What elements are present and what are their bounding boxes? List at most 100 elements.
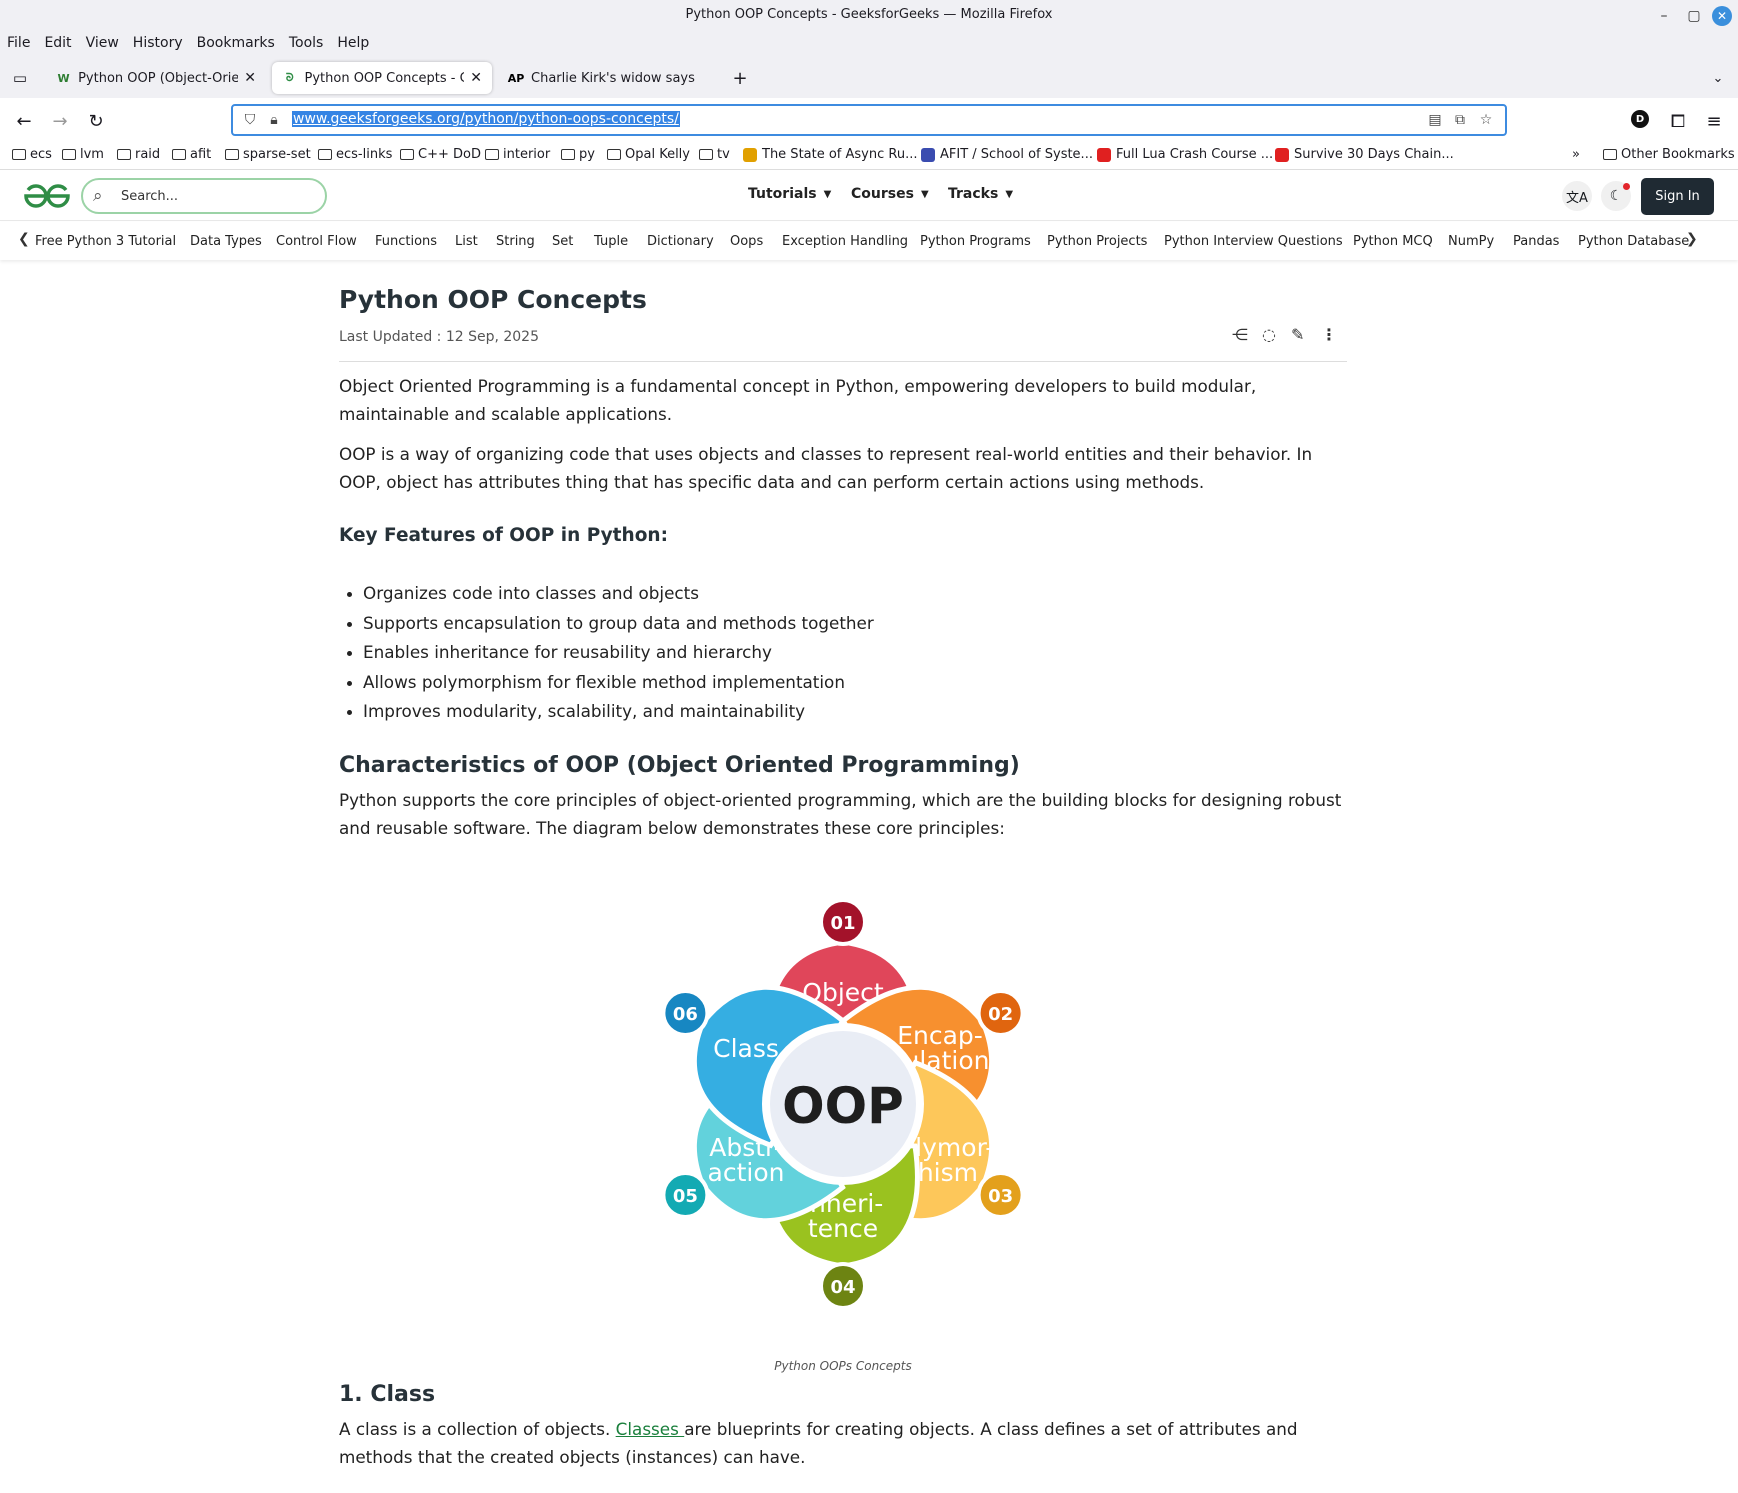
site-favicon-icon xyxy=(743,147,757,162)
nav-tutorials[interactable]: Tutorials ▼ xyxy=(748,186,831,202)
subnav-item[interactable]: Exception Handling xyxy=(782,234,908,249)
tab-geeksforgeeks[interactable]: ᘐ Python OOP Concepts - GeeksforGeeks ✕ xyxy=(272,62,492,94)
wiki-favicon-icon: W xyxy=(57,71,70,85)
subnav-item[interactable]: Tuple xyxy=(594,234,628,249)
site-search-input[interactable]: ⌕ Search... xyxy=(81,178,327,214)
subnav-item[interactable]: Python Database xyxy=(1578,234,1689,249)
folder-icon xyxy=(699,149,713,160)
badge-number: 01 xyxy=(830,913,855,934)
bookmark-item[interactable]: AFIT / School of Syste... xyxy=(921,147,1093,162)
close-window-button[interactable]: ✕ xyxy=(1712,6,1732,26)
minimize-button[interactable]: – xyxy=(1652,4,1676,28)
reload-button[interactable]: ↻ xyxy=(84,109,108,133)
window-title: Python OOP Concepts - GeeksforGeeks — Mo… xyxy=(685,7,1053,22)
site-favicon-icon xyxy=(1097,147,1111,162)
bookmark-item[interactable]: py xyxy=(561,147,595,162)
translate-icon[interactable]: 文A xyxy=(1562,181,1592,211)
close-tab-icon[interactable]: ✕ xyxy=(244,70,256,86)
subnav-item[interactable]: Functions xyxy=(375,234,437,249)
bookmark-item[interactable]: Survive 30 Days Chain... xyxy=(1275,147,1454,162)
chevron-down-icon: ▼ xyxy=(823,188,832,200)
lock-icon[interactable]: 🔒︎ xyxy=(265,111,283,129)
subnav-item[interactable]: Control Flow xyxy=(276,234,357,249)
bookmark-label: AFIT / School of Syste... xyxy=(940,147,1093,162)
bookmark-item[interactable]: ecs xyxy=(12,147,52,162)
petal-label: Class xyxy=(713,1034,779,1063)
bookmark-item[interactable]: C++ DoD xyxy=(400,147,481,162)
bookmark-item[interactable]: Full Lua Crash Course ... xyxy=(1097,147,1273,162)
search-placeholder: Search... xyxy=(121,189,179,204)
nav-courses[interactable]: Courses ▼ xyxy=(851,186,929,202)
url-text[interactable]: www.geeksforgeeks.org/python/python-oops… xyxy=(292,111,680,127)
bookmark-label: Other Bookmarks xyxy=(1621,147,1735,162)
close-tab-icon[interactable]: ✕ xyxy=(470,70,482,86)
subnav-item[interactable]: Dictionary xyxy=(647,234,714,249)
bookmark-item[interactable]: Opal Kelly xyxy=(607,147,690,162)
forward-button[interactable]: → xyxy=(48,109,72,133)
gfg-logo-icon[interactable] xyxy=(22,182,72,210)
account-icon[interactable]: D xyxy=(1631,110,1649,128)
nav-label: Courses xyxy=(851,186,914,202)
subnav-item[interactable]: Python Interview Questions xyxy=(1164,234,1343,249)
subnav-item[interactable]: Python Projects xyxy=(1047,234,1147,249)
hamburger-menu-icon[interactable]: ≡ xyxy=(1702,109,1726,133)
bookmark-label: py xyxy=(579,147,595,162)
bookmark-item[interactable]: tv xyxy=(699,147,730,162)
badge-number: 04 xyxy=(830,1277,855,1298)
list-all-tabs-icon[interactable]: ⌄ xyxy=(1706,66,1730,90)
menu-tools[interactable]: Tools xyxy=(282,32,331,56)
menu-file[interactable]: File xyxy=(0,32,37,56)
bookmark-label: interior xyxy=(503,147,551,162)
new-tab-button[interactable]: + xyxy=(728,66,752,90)
back-button[interactable]: ← xyxy=(12,109,36,133)
tab-ap-news[interactable]: AP Charlie Kirk's widow says she xyxy=(498,62,718,94)
bookmark-label: afit xyxy=(190,147,212,162)
badge-number: 05 xyxy=(673,1186,698,1207)
subnav-item[interactable]: Pandas xyxy=(1513,234,1559,249)
bookmark-item[interactable]: raid xyxy=(117,147,160,162)
subnav-item[interactable]: Oops xyxy=(730,234,763,249)
tab-wikipedia[interactable]: W Python OOP (Object-Oriented ✕ xyxy=(46,62,266,94)
tab-label: Charlie Kirk's widow says she xyxy=(531,70,696,86)
other-bookmarks[interactable]: Other Bookmarks xyxy=(1603,147,1735,162)
ap-favicon-icon: AP xyxy=(507,71,525,85)
subnav-item[interactable]: Data Types xyxy=(190,234,262,249)
chevron-down-icon: ▼ xyxy=(1005,188,1014,200)
bookmark-star-icon[interactable]: ☆ xyxy=(1477,111,1495,129)
subnav-item[interactable]: Python MCQ xyxy=(1353,234,1433,249)
more-bookmarks-icon[interactable]: » xyxy=(1572,147,1580,162)
bookmark-label: tv xyxy=(717,147,730,162)
sign-in-button[interactable]: Sign In xyxy=(1641,178,1714,215)
bookmark-item[interactable]: The State of Async Ru... xyxy=(743,147,917,162)
menu-history[interactable]: History xyxy=(126,32,190,56)
extensions-icon[interactable]: ⧠ xyxy=(1666,109,1690,133)
menu-bar: File Edit View History Bookmarks Tools H… xyxy=(0,32,376,56)
shield-icon[interactable]: ⛉ xyxy=(241,111,259,129)
url-bar[interactable]: ⛉ 🔒︎ www.geeksforgeeks.org/python/python… xyxy=(231,104,1507,136)
maximize-button[interactable]: ▢ xyxy=(1682,4,1706,28)
subnav-item[interactable]: List xyxy=(455,234,478,249)
subnav-item[interactable]: Set xyxy=(552,234,573,249)
reader-view-icon[interactable]: ▤ xyxy=(1426,111,1444,129)
menu-bookmarks[interactable]: Bookmarks xyxy=(190,32,282,56)
bookmark-item[interactable]: lvm xyxy=(62,147,104,162)
classes-link[interactable]: Classes xyxy=(616,1419,685,1439)
bookmark-label: raid xyxy=(135,147,161,162)
subnav-item[interactable]: Python Programs xyxy=(920,234,1031,249)
bookmark-item[interactable]: afit xyxy=(172,147,211,162)
menu-view[interactable]: View xyxy=(79,32,126,56)
nav-tracks[interactable]: Tracks ▼ xyxy=(948,186,1013,202)
subnav-item[interactable]: NumPy xyxy=(1448,234,1494,249)
menu-edit[interactable]: Edit xyxy=(37,32,78,56)
scroll-left-icon[interactable]: ❮ xyxy=(18,231,30,247)
picture-in-picture-icon[interactable]: ⧉ xyxy=(1451,111,1469,129)
bookmark-item[interactable]: sparse-set xyxy=(225,147,311,162)
bookmark-item[interactable]: ecs-links xyxy=(318,147,392,162)
subnav-item[interactable]: String xyxy=(496,234,535,249)
subnav-item[interactable]: Free Python 3 Tutorial xyxy=(35,234,176,249)
tab-label: Python OOP Concepts - GeeksforGeeks xyxy=(304,70,465,86)
folder-icon xyxy=(225,149,239,160)
menu-help[interactable]: Help xyxy=(330,32,376,56)
tab-manager-icon[interactable]: ▭ xyxy=(8,66,32,90)
bookmark-item[interactable]: interior xyxy=(485,147,550,162)
